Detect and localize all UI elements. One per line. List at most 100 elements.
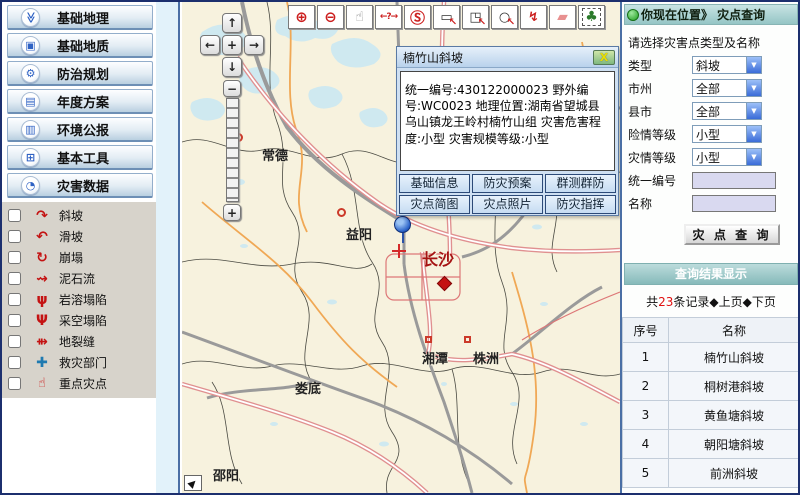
menu-item-label: 环境公报 (57, 120, 109, 139)
popup-action-button[interactable]: 基础信息 (399, 174, 470, 193)
chevron-down-icon[interactable] (746, 103, 761, 119)
eraser-icon: ▰ (557, 9, 568, 25)
city-select[interactable]: 全部 (692, 79, 762, 97)
toolbar-button[interactable]: Ⓢ (404, 5, 431, 29)
layer-label: 地裂缝 (59, 333, 95, 350)
city-label: 邵阳 (213, 465, 239, 484)
toolbar-button[interactable]: ♣ (578, 5, 605, 29)
result-row[interactable]: 1 楠竹山斜坡 (623, 343, 800, 372)
layer-checkbox[interactable] (8, 209, 21, 222)
popup-action-button[interactable]: 防灾预案 (472, 174, 543, 193)
zoom-slider[interactable] (226, 98, 239, 202)
selected-value: 斜坡 (693, 57, 746, 74)
result-name[interactable]: 桐树港斜坡 (669, 372, 800, 401)
pan-down-button[interactable]: ↓ (222, 57, 242, 77)
close-icon[interactable]: X (593, 50, 615, 65)
layer-row: ↶ 滑坡 (2, 226, 156, 247)
disaster-query-button[interactable]: 灾 点 查 询 (684, 224, 780, 245)
disaster-marker[interactable] (425, 336, 432, 343)
pan-left-button[interactable]: ← (200, 35, 220, 55)
layer-checkbox[interactable] (8, 293, 21, 306)
layer-checkbox[interactable] (8, 314, 21, 327)
result-row[interactable]: 4 朝阳塘斜坡 (623, 430, 800, 459)
layer-row: Ψ 采空塌陷 (2, 310, 156, 331)
toolbar-button[interactable]: ☝ (346, 5, 373, 29)
pan-icon: ☝ (355, 9, 364, 25)
layer-row: ⇻ 地裂缝 (2, 331, 156, 352)
chevron-down-icon[interactable] (746, 126, 761, 142)
popup-action-button[interactable]: 防灾指挥 (545, 195, 616, 214)
disaster-level-select[interactable]: 小型 (692, 148, 762, 166)
disaster-marker[interactable] (464, 336, 471, 343)
collapse-icon: ↻ (33, 251, 51, 265)
results-header: 查询结果显示 (624, 263, 798, 285)
layer-checkbox-panel: ↷ 斜坡 ↶ 滑坡 ↻ 崩塌 ⇝ 泥石流 (2, 202, 156, 398)
pan-center-button[interactable]: + (222, 35, 242, 55)
chevron-down-icon[interactable] (746, 80, 761, 96)
next-page-link[interactable]: ◆下页 (743, 295, 776, 309)
menu-item[interactable]: ≫ 基础地理 (7, 5, 153, 30)
unified-code-input[interactable] (692, 172, 776, 189)
menu-item[interactable]: ⊞ 基本工具 (7, 145, 153, 170)
result-name[interactable]: 朝阳塘斜坡 (669, 430, 800, 459)
popup-action-button[interactable]: 灾点简图 (399, 195, 470, 214)
pan-right-button[interactable]: → (244, 35, 264, 55)
toolbar-button[interactable]: ○ (491, 5, 518, 29)
menu-item[interactable]: ◔ 灾害数据 (7, 173, 153, 198)
toolbar-button[interactable]: ↯ (520, 5, 547, 29)
menu-item[interactable]: ⚙ 防治规划 (7, 61, 153, 86)
toolbar-button[interactable]: ▭ (433, 5, 460, 29)
disaster-marker[interactable] (394, 216, 411, 233)
layer-checkbox[interactable] (8, 230, 21, 243)
draw-line-icon: ↯ (528, 10, 539, 25)
type-select[interactable]: 斜坡 (692, 56, 762, 74)
menu-item[interactable]: ▥ 环境公报 (7, 117, 153, 142)
toolbox-icon: ⊞ (26, 152, 35, 163)
field-label: 类型 (628, 57, 692, 74)
menu-item[interactable]: ▣ 基础地质 (7, 33, 153, 58)
layer-checkbox[interactable] (8, 356, 21, 369)
toolbar-button[interactable]: ▰ (549, 5, 576, 29)
layer-checkbox[interactable] (8, 272, 21, 285)
toolbar-button[interactable]: ←?→ (375, 5, 402, 29)
zoom-out-button[interactable]: − (223, 80, 241, 97)
layer-checkbox[interactable] (8, 251, 21, 264)
toolbar-button[interactable]: ◳ (462, 5, 489, 29)
layer-label: 泥石流 (59, 270, 95, 287)
layer-checkbox[interactable] (8, 377, 21, 390)
zoom-in-button[interactable]: + (223, 204, 241, 221)
result-name[interactable]: 前洲斜坡 (669, 459, 800, 488)
popup-action-button[interactable]: 群测群防 (545, 174, 616, 193)
chevron-down-icon[interactable] (746, 57, 761, 73)
toolbar-button[interactable]: ⊕ (288, 5, 315, 29)
result-row[interactable]: 2 桐树港斜坡 (623, 372, 800, 401)
field-label: 险情等级 (628, 126, 692, 143)
tree-icon: ♣ (582, 8, 601, 26)
result-no: 4 (623, 430, 669, 459)
result-name[interactable]: 楠竹山斜坡 (669, 343, 800, 372)
layer-checkbox[interactable] (8, 335, 21, 348)
field-label: 灾情等级 (628, 149, 692, 166)
city-label: 株洲 (473, 348, 499, 367)
ground-fissure-icon: ⇻ (33, 335, 51, 349)
chevron-down-icon[interactable] (746, 149, 761, 165)
overview-arrow-button[interactable]: ▶ (184, 475, 202, 491)
disaster-marker[interactable] (337, 208, 346, 217)
prev-page-link[interactable]: ◆上页 (709, 295, 742, 309)
name-input[interactable] (692, 195, 776, 212)
menu-item[interactable]: ▤ 年度方案 (7, 89, 153, 114)
risk-level-select[interactable]: 小型 (692, 125, 762, 143)
toolbar-button[interactable]: ⊖ (317, 5, 344, 29)
result-row[interactable]: 3 黄鱼塘斜坡 (623, 401, 800, 430)
result-no: 3 (623, 401, 669, 430)
result-row[interactable]: 5 前洲斜坡 (623, 459, 800, 488)
disaster-marker[interactable] (392, 244, 406, 258)
layer-label: 斜坡 (59, 207, 83, 224)
result-name[interactable]: 黄鱼塘斜坡 (669, 401, 800, 430)
layer-row: ☝ 重点灾点 (2, 373, 156, 394)
landslide-icon: ↶ (33, 230, 51, 244)
report-icon: ▥ (25, 124, 35, 135)
county-select[interactable]: 全部 (692, 102, 762, 120)
pan-up-button[interactable]: ↑ (222, 13, 242, 33)
popup-action-button[interactable]: 灾点照片 (472, 195, 543, 214)
